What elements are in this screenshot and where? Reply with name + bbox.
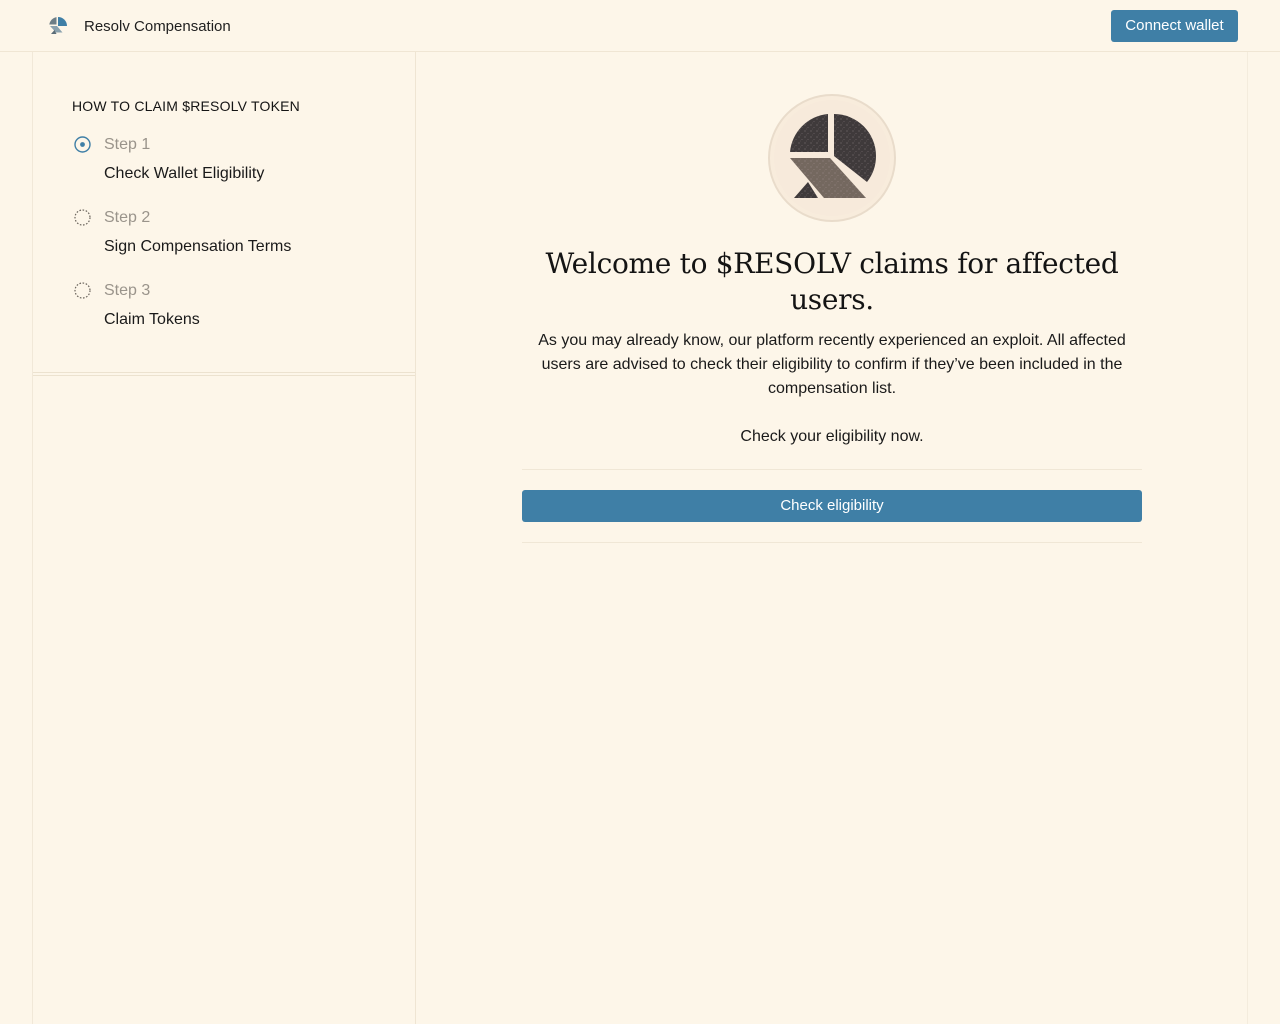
resolv-logo-icon [49, 17, 67, 34]
step-item-1: Step 1 Check Wallet Eligibility [72, 136, 402, 196]
eligibility-prompt: Check your eligibility now. [740, 428, 924, 445]
connect-wallet-button[interactable]: Connect wallet [1111, 10, 1238, 42]
brand-name[interactable]: Resolv Compensation [84, 18, 231, 36]
description-text: As you may already know, our platform re… [538, 332, 1126, 397]
radio-active-icon [74, 136, 91, 153]
check-eligibility-button[interactable]: Check eligibility [522, 490, 1142, 522]
resolv-logo-icon [768, 94, 896, 222]
step-label: Step 3 [104, 282, 151, 299]
radio-dashed-icon [74, 282, 91, 299]
sidebar-bottom-divider [33, 372, 415, 376]
step-title: Sign Compensation Terms [104, 238, 292, 255]
sidebar-title: HOW TO CLAIM $RESOLV TOKEN [72, 98, 300, 114]
step-label: Step 1 [104, 136, 151, 153]
page-title: Welcome to $RESOLV claims for affected u… [545, 247, 1119, 316]
step-item-3: Step 3 Claim Tokens [72, 282, 402, 342]
step-label: Step 2 [104, 209, 151, 226]
step-item-2: Step 2 Sign Compensation Terms [72, 209, 402, 269]
divider-top [522, 469, 1142, 470]
top-header: Resolv Compensation Connect wallet [0, 0, 1280, 52]
radio-dashed-icon [74, 209, 91, 226]
step-title: Claim Tokens [104, 311, 200, 328]
divider-bottom [522, 542, 1142, 543]
frame-border-right [1247, 52, 1248, 1024]
step-title: Check Wallet Eligibility [104, 165, 265, 182]
steps-sidebar [33, 52, 415, 1024]
